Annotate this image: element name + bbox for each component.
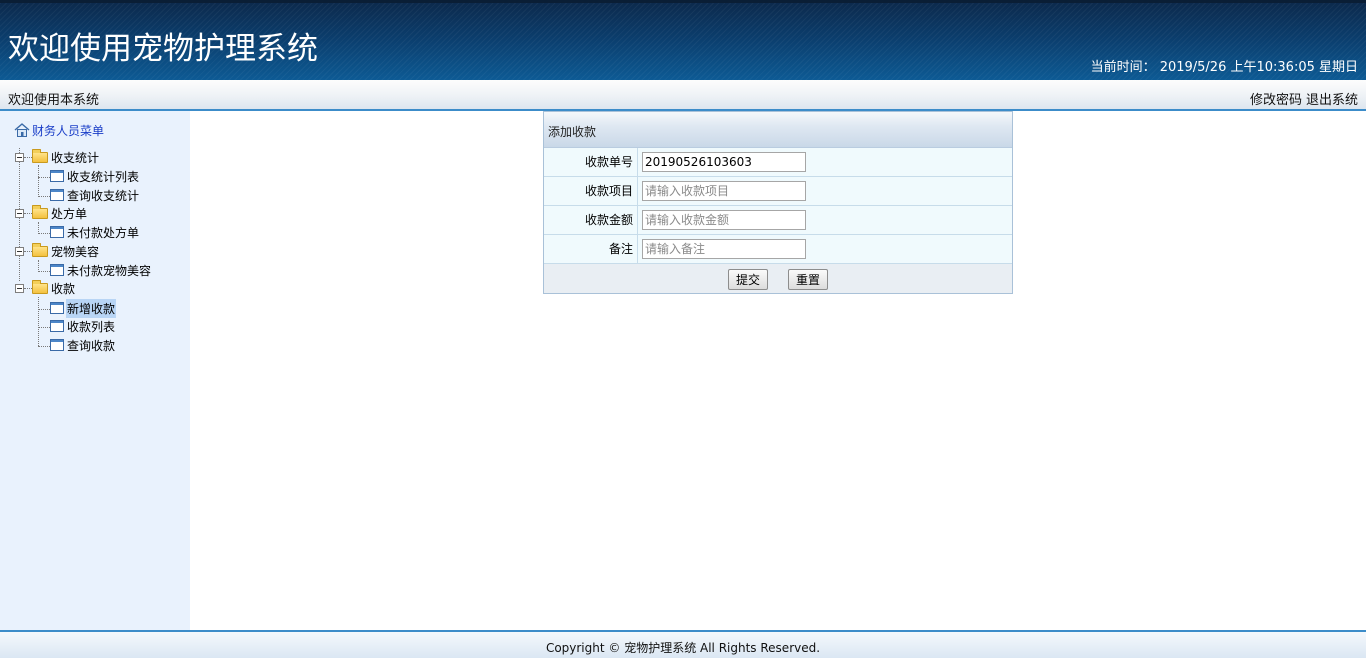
menu-group-pet-grooming[interactable]: 宠物美容 <box>32 242 100 260</box>
menu-group-receipts[interactable]: 收款 <box>32 279 76 297</box>
page-icon <box>50 226 64 238</box>
menu-group-income-stats[interactable]: 收支统计 <box>32 148 100 166</box>
form-actions: 提交 重置 <box>544 264 1012 293</box>
menu-item-add-receipt[interactable]: 新增收款 <box>50 298 117 318</box>
top-links: 修改密码 退出系统 <box>1246 89 1358 108</box>
app-title: 欢迎使用宠物护理系统 <box>8 31 318 67</box>
current-time: 当前时间： 2019/5/26 上午10:36:05 星期日 <box>1087 56 1358 75</box>
menu-group-label: 宠物美容 <box>51 244 100 259</box>
folder-icon <box>32 242 48 257</box>
menu-item-income-stats-list[interactable]: 收支统计列表 <box>50 167 140 185</box>
collapse-icon[interactable] <box>15 153 24 162</box>
menu-group-label: 收款 <box>51 281 76 296</box>
logout-link[interactable]: 退出系统 <box>1306 93 1358 108</box>
menu-group-label: 收支统计 <box>51 150 100 165</box>
add-receipt-form: 添加收款 收款单号 收款项目 收款金额 备注 提交 重置 <box>543 111 1013 294</box>
menu-group-prescription[interactable]: 处方单 <box>32 204 88 222</box>
app-header: 欢迎使用宠物护理系统 当前时间： 2019/5/26 上午10:36:05 星期日 <box>0 0 1366 80</box>
menu-root[interactable]: 财务人员菜单 <box>14 121 105 139</box>
page-icon <box>50 339 64 351</box>
menu-item-unpaid-grooming[interactable]: 未付款宠物美容 <box>50 261 152 279</box>
menu-item-query-receipt[interactable]: 查询收款 <box>50 336 116 354</box>
collapse-icon[interactable] <box>15 247 24 256</box>
field-label: 收款项目 <box>544 177 638 205</box>
top-bar: 欢迎使用本系统 修改密码 退出系统 <box>0 80 1366 111</box>
change-password-link[interactable]: 修改密码 <box>1250 93 1302 108</box>
welcome-text: 欢迎使用本系统 <box>8 93 100 108</box>
menu-item-label: 收款列表 <box>67 319 116 334</box>
menu-item-label: 查询收款 <box>67 338 116 353</box>
copyright-text: Copyright © 宠物护理系统 All Rights Reserved. <box>545 641 821 655</box>
menu-group-label: 处方单 <box>51 206 88 221</box>
collapse-icon[interactable] <box>15 284 24 293</box>
form-title: 添加收款 <box>548 125 597 139</box>
receipt-item-input[interactable] <box>642 181 806 201</box>
field-label: 收款金额 <box>544 206 638 234</box>
current-time-label: 当前时间： <box>1090 60 1156 75</box>
menu-item-label: 收支统计列表 <box>67 169 140 184</box>
receipt-no-input[interactable] <box>642 152 806 172</box>
remark-input[interactable] <box>642 239 806 259</box>
menu-item-label: 新增收款 <box>66 298 117 318</box>
form-header: 添加收款 <box>544 112 1012 148</box>
menu-item-query-income-stats[interactable]: 查询收支统计 <box>50 186 140 204</box>
receipt-amount-input[interactable] <box>642 210 806 230</box>
folder-icon <box>32 279 48 294</box>
collapse-icon[interactable] <box>15 209 24 218</box>
sidebar: 财务人员菜单 收支统计 收支统计列表 查询收支统计 处方单 未付款处方单 宠物美… <box>0 111 190 630</box>
field-label: 收款单号 <box>544 148 638 176</box>
menu-item-label: 未付款处方单 <box>67 225 140 240</box>
form-row-receipt-amount: 收款金额 <box>544 206 1012 235</box>
home-icon <box>14 123 30 137</box>
form-row-receipt-item: 收款项目 <box>544 177 1012 206</box>
reset-button[interactable]: 重置 <box>788 269 828 290</box>
folder-icon <box>32 204 48 219</box>
footer: Copyright © 宠物护理系统 All Rights Reserved. <box>0 630 1366 658</box>
menu-item-label: 未付款宠物美容 <box>67 263 152 278</box>
menu-item-label: 查询收支统计 <box>67 188 140 203</box>
submit-button[interactable]: 提交 <box>728 269 768 290</box>
page-icon <box>50 302 64 314</box>
page-icon <box>50 189 64 201</box>
current-time-value: 2019/5/26 上午10:36:05 星期日 <box>1159 60 1358 75</box>
page-icon <box>50 264 64 276</box>
page-icon <box>50 320 64 332</box>
menu-item-receipt-list[interactable]: 收款列表 <box>50 317 116 335</box>
folder-icon <box>32 148 48 163</box>
form-row-receipt-no: 收款单号 <box>544 148 1012 177</box>
field-label: 备注 <box>544 235 638 263</box>
menu-root-label: 财务人员菜单 <box>32 123 105 138</box>
page-icon <box>50 170 64 182</box>
menu-item-unpaid-prescription[interactable]: 未付款处方单 <box>50 223 140 241</box>
form-row-remark: 备注 <box>544 235 1012 264</box>
